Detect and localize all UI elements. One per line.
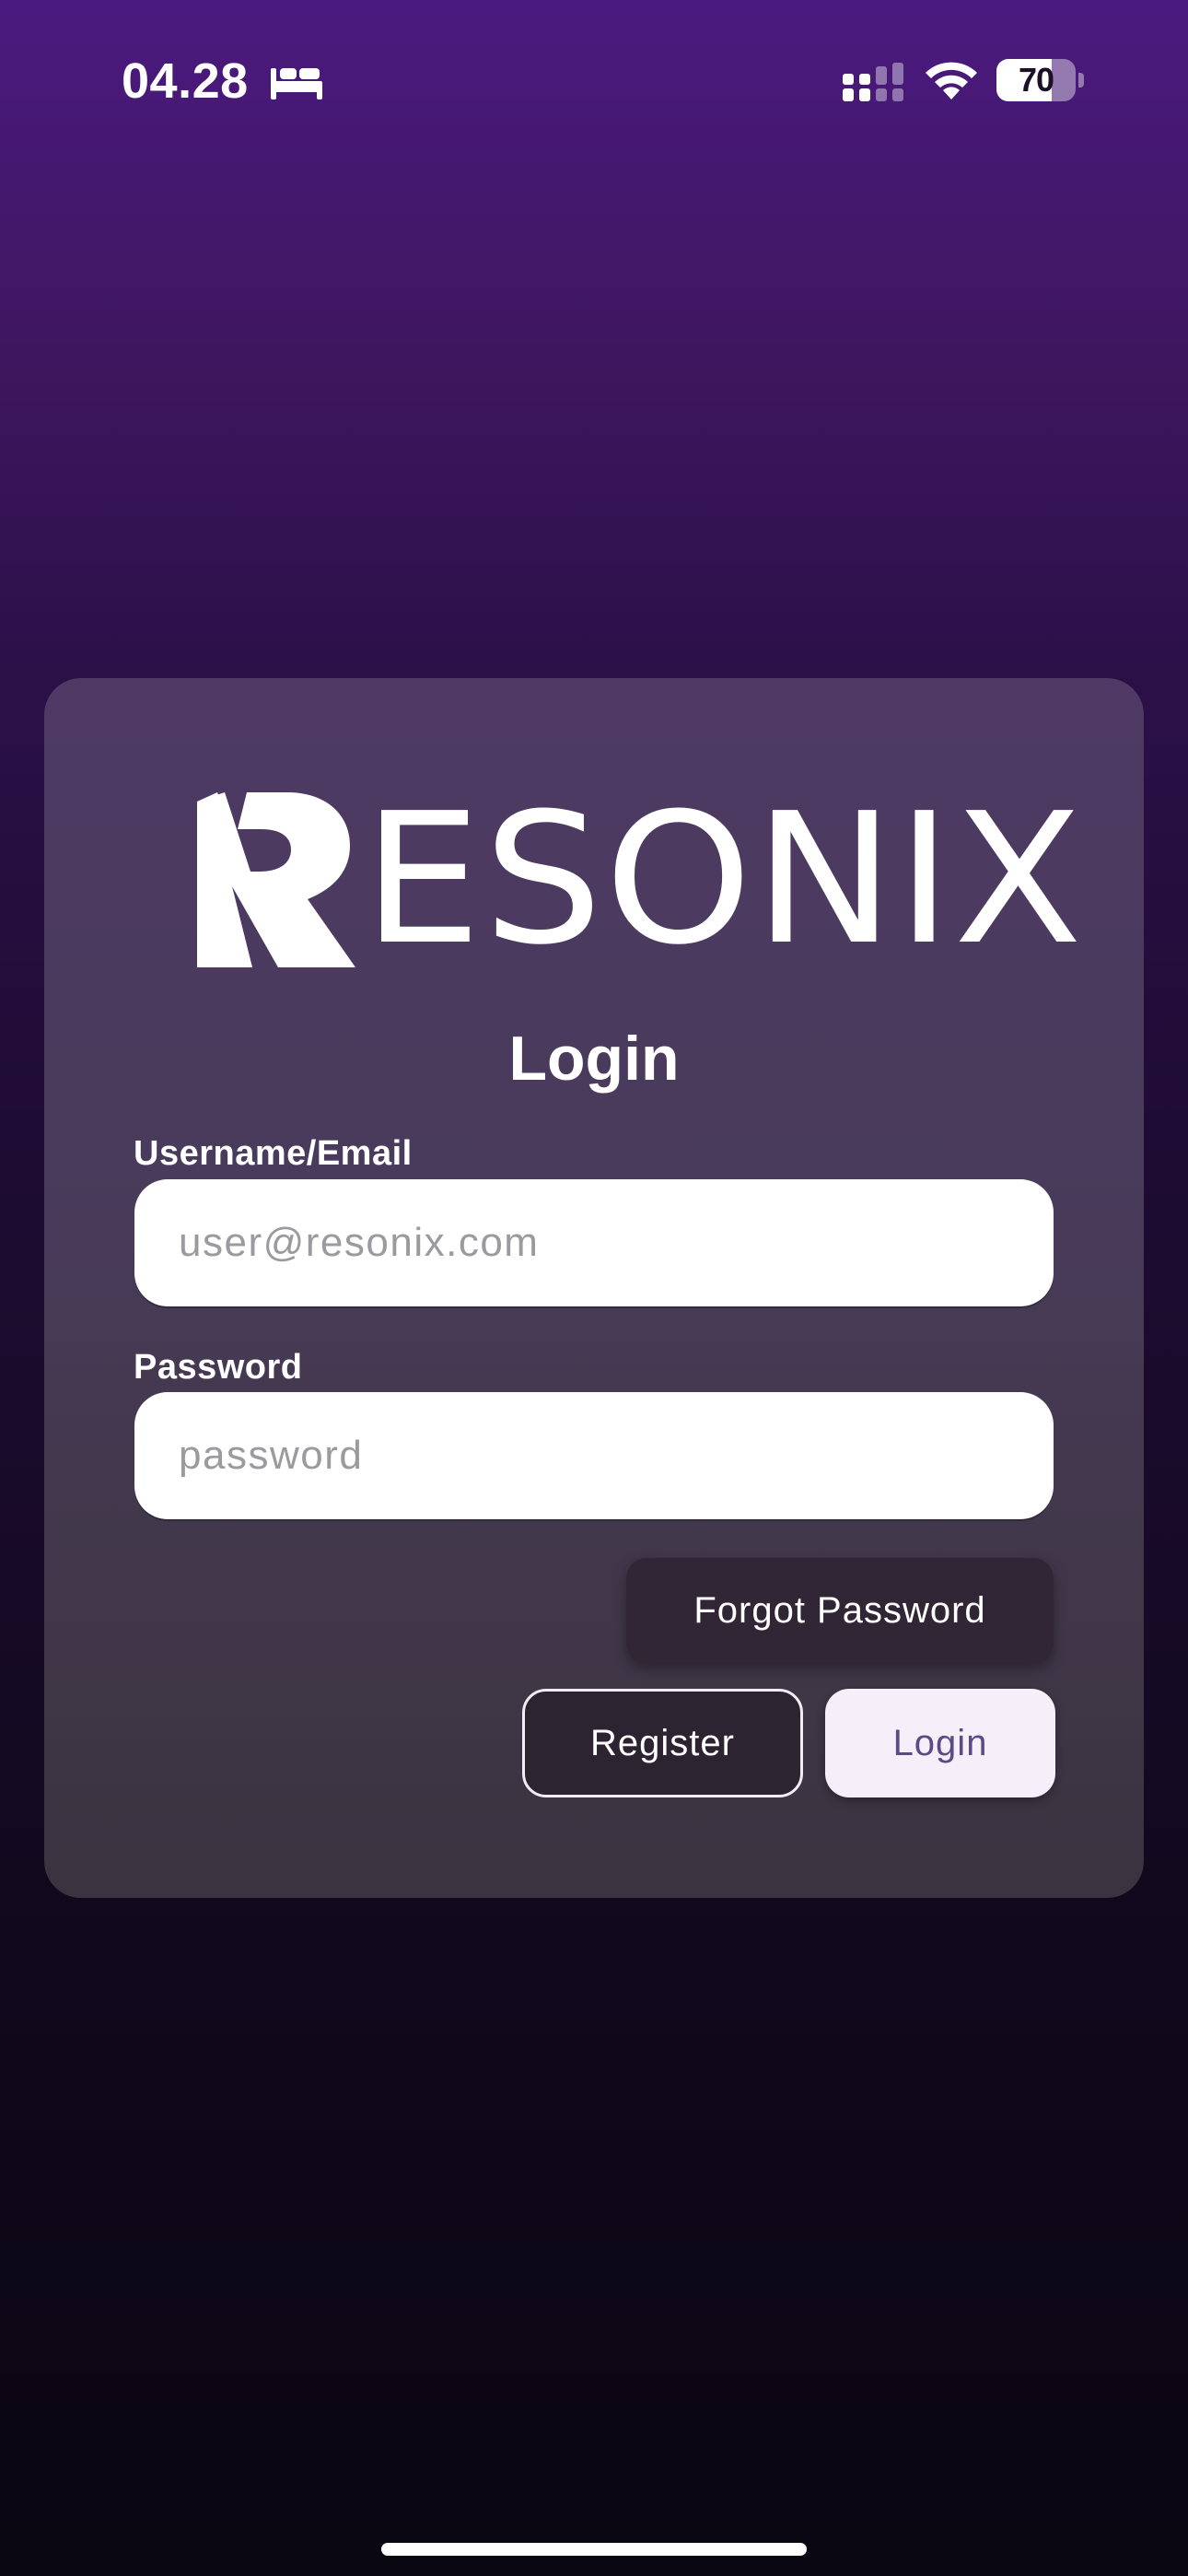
wifi-icon: [926, 62, 977, 100]
bed-icon: [271, 68, 322, 100]
home-indicator[interactable]: [381, 2543, 807, 2556]
forgot-password-button[interactable]: Forgot Password: [626, 1558, 1054, 1663]
logo-wordmark: ESONIX: [363, 775, 1085, 985]
username-input[interactable]: [134, 1179, 1054, 1306]
password-label: Password: [134, 1348, 303, 1387]
password-input[interactable]: [134, 1392, 1054, 1519]
battery-indicator: 70: [996, 59, 1085, 101]
resonix-logo: ESONIX: [197, 775, 1085, 985]
cellular-signal-icon: [843, 63, 903, 101]
login-button[interactable]: Login: [825, 1689, 1055, 1797]
username-label: Username/Email: [134, 1134, 413, 1173]
battery-body: 70: [996, 59, 1076, 101]
status-time: 04.28: [122, 53, 249, 109]
register-button[interactable]: Register: [522, 1689, 803, 1797]
battery-cap: [1078, 73, 1084, 88]
page-title: Login: [508, 1024, 680, 1094]
status-bar: 04.28 70: [0, 0, 1188, 166]
battery-level: 70: [1018, 61, 1054, 99]
lightning-bolt-icon: [197, 792, 355, 967]
